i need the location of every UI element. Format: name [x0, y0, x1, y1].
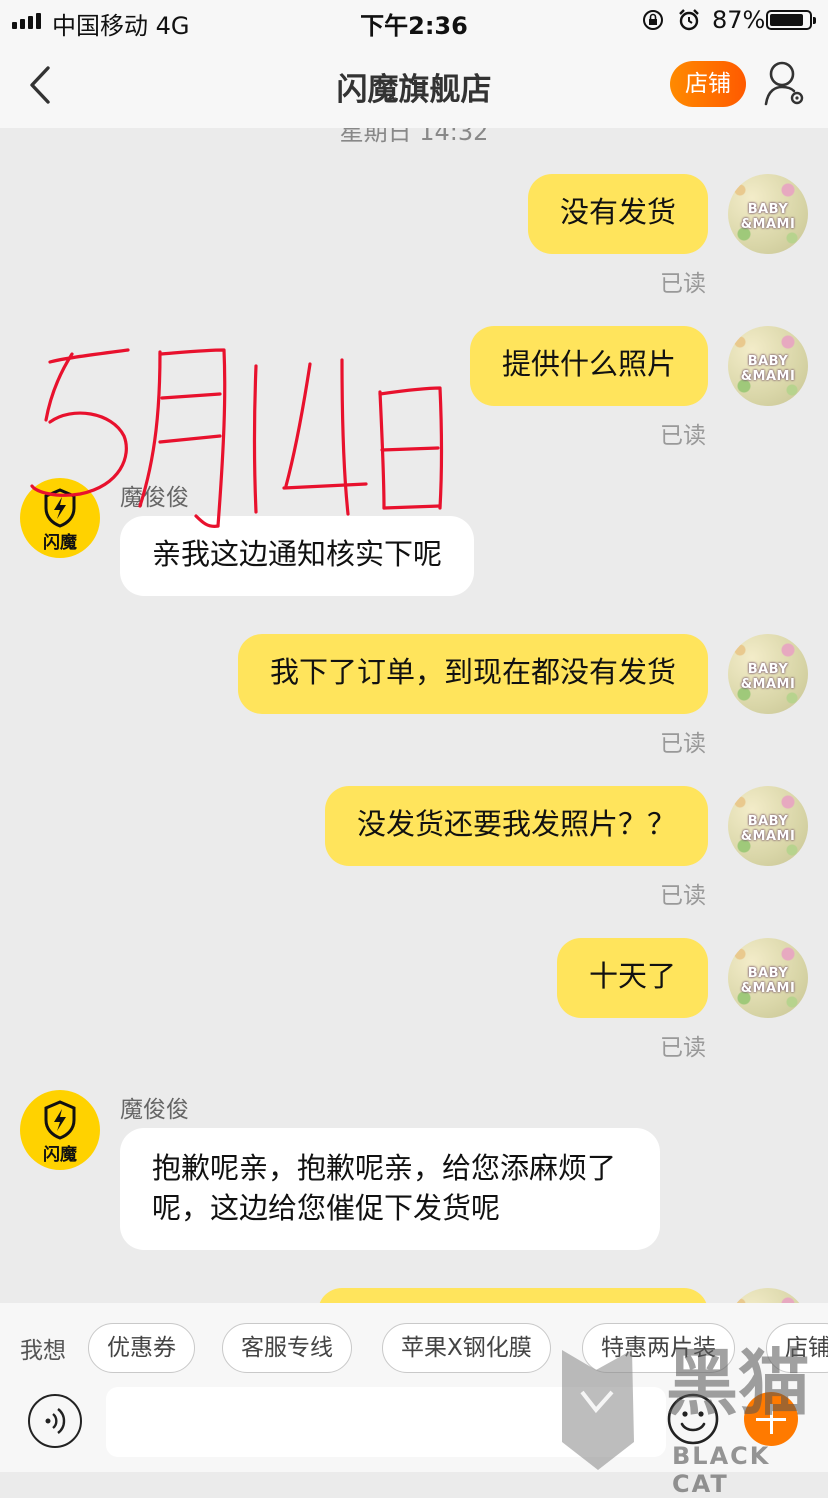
quick-reply-label: 我想 — [20, 1338, 66, 1364]
watermark-cn-text: 黑猫 — [666, 1341, 810, 1425]
chat-timestamp: 星期日 14:32 — [339, 128, 489, 146]
battery-fill — [770, 14, 804, 26]
rotation-lock-icon — [643, 10, 663, 30]
read-receipt: 已读 — [660, 271, 706, 297]
my-avatar[interactable]: BABY &MAMI — [728, 174, 808, 254]
handwritten-date-annotation — [30, 348, 444, 528]
shield-lightning-icon — [44, 1100, 76, 1140]
sender-name: 魔俊俊 — [120, 1097, 189, 1123]
alarm-icon — [679, 9, 699, 31]
clock: 下午2:36 — [360, 12, 468, 40]
navigation-bar: 闪魔旗舰店 店铺 — [0, 42, 828, 128]
read-receipt: 已读 — [660, 731, 706, 757]
battery-icon — [766, 10, 816, 30]
my-avatar[interactable]: BABY &MAMI — [728, 786, 808, 866]
my-message-bubble[interactable]: 十天了 — [556, 938, 708, 1018]
quick-tag-screen-protector[interactable]: 苹果X钢化膜 — [382, 1323, 551, 1373]
chat-area[interactable]: 星期日 14:32 没有发货 BABY &MAMI 已读 提供什么照片 BABY &… — [0, 128, 828, 1303]
my-message-bubble[interactable]: 提供什么照片 — [469, 326, 708, 406]
voice-icon[interactable] — [28, 1394, 82, 1448]
shop-message-bubble[interactable]: 抱歉呢亲，抱歉呢亲，给您添麻烦了呢，这边给您催促下发货呢 — [120, 1128, 660, 1250]
battery-percent: 87% — [712, 6, 766, 34]
my-avatar[interactable] — [728, 1288, 808, 1303]
shop-button[interactable]: 店铺 — [670, 61, 746, 107]
my-avatar[interactable]: BABY &MAMI — [728, 938, 808, 1018]
my-message-bubble[interactable]: 没发货还要我发照片？？ — [324, 786, 708, 866]
shop-avatar[interactable]: 闪魔 — [20, 1090, 100, 1170]
my-avatar[interactable]: BABY &MAMI — [728, 326, 808, 406]
user-settings-icon[interactable] — [762, 60, 806, 108]
quick-tag-coupon[interactable]: 优惠券 — [88, 1323, 195, 1373]
read-receipt: 已读 — [660, 423, 706, 449]
my-avatar[interactable]: BABY &MAMI — [728, 634, 808, 714]
status-bar: 中国移动 4G 下午2:36 87% — [0, 0, 828, 42]
quick-tag-service-line[interactable]: 客服专线 — [222, 1323, 352, 1373]
my-message-bubble-partial[interactable] — [318, 1288, 708, 1303]
my-message-bubble[interactable]: 没有发货 — [527, 174, 708, 254]
my-message-bubble[interactable]: 我下了订单，到现在都没有发货 — [237, 634, 708, 714]
watermark-text: BLACK CAT — [672, 1442, 771, 1498]
read-receipt: 已读 — [660, 883, 706, 909]
read-receipt: 已读 — [660, 1035, 706, 1061]
